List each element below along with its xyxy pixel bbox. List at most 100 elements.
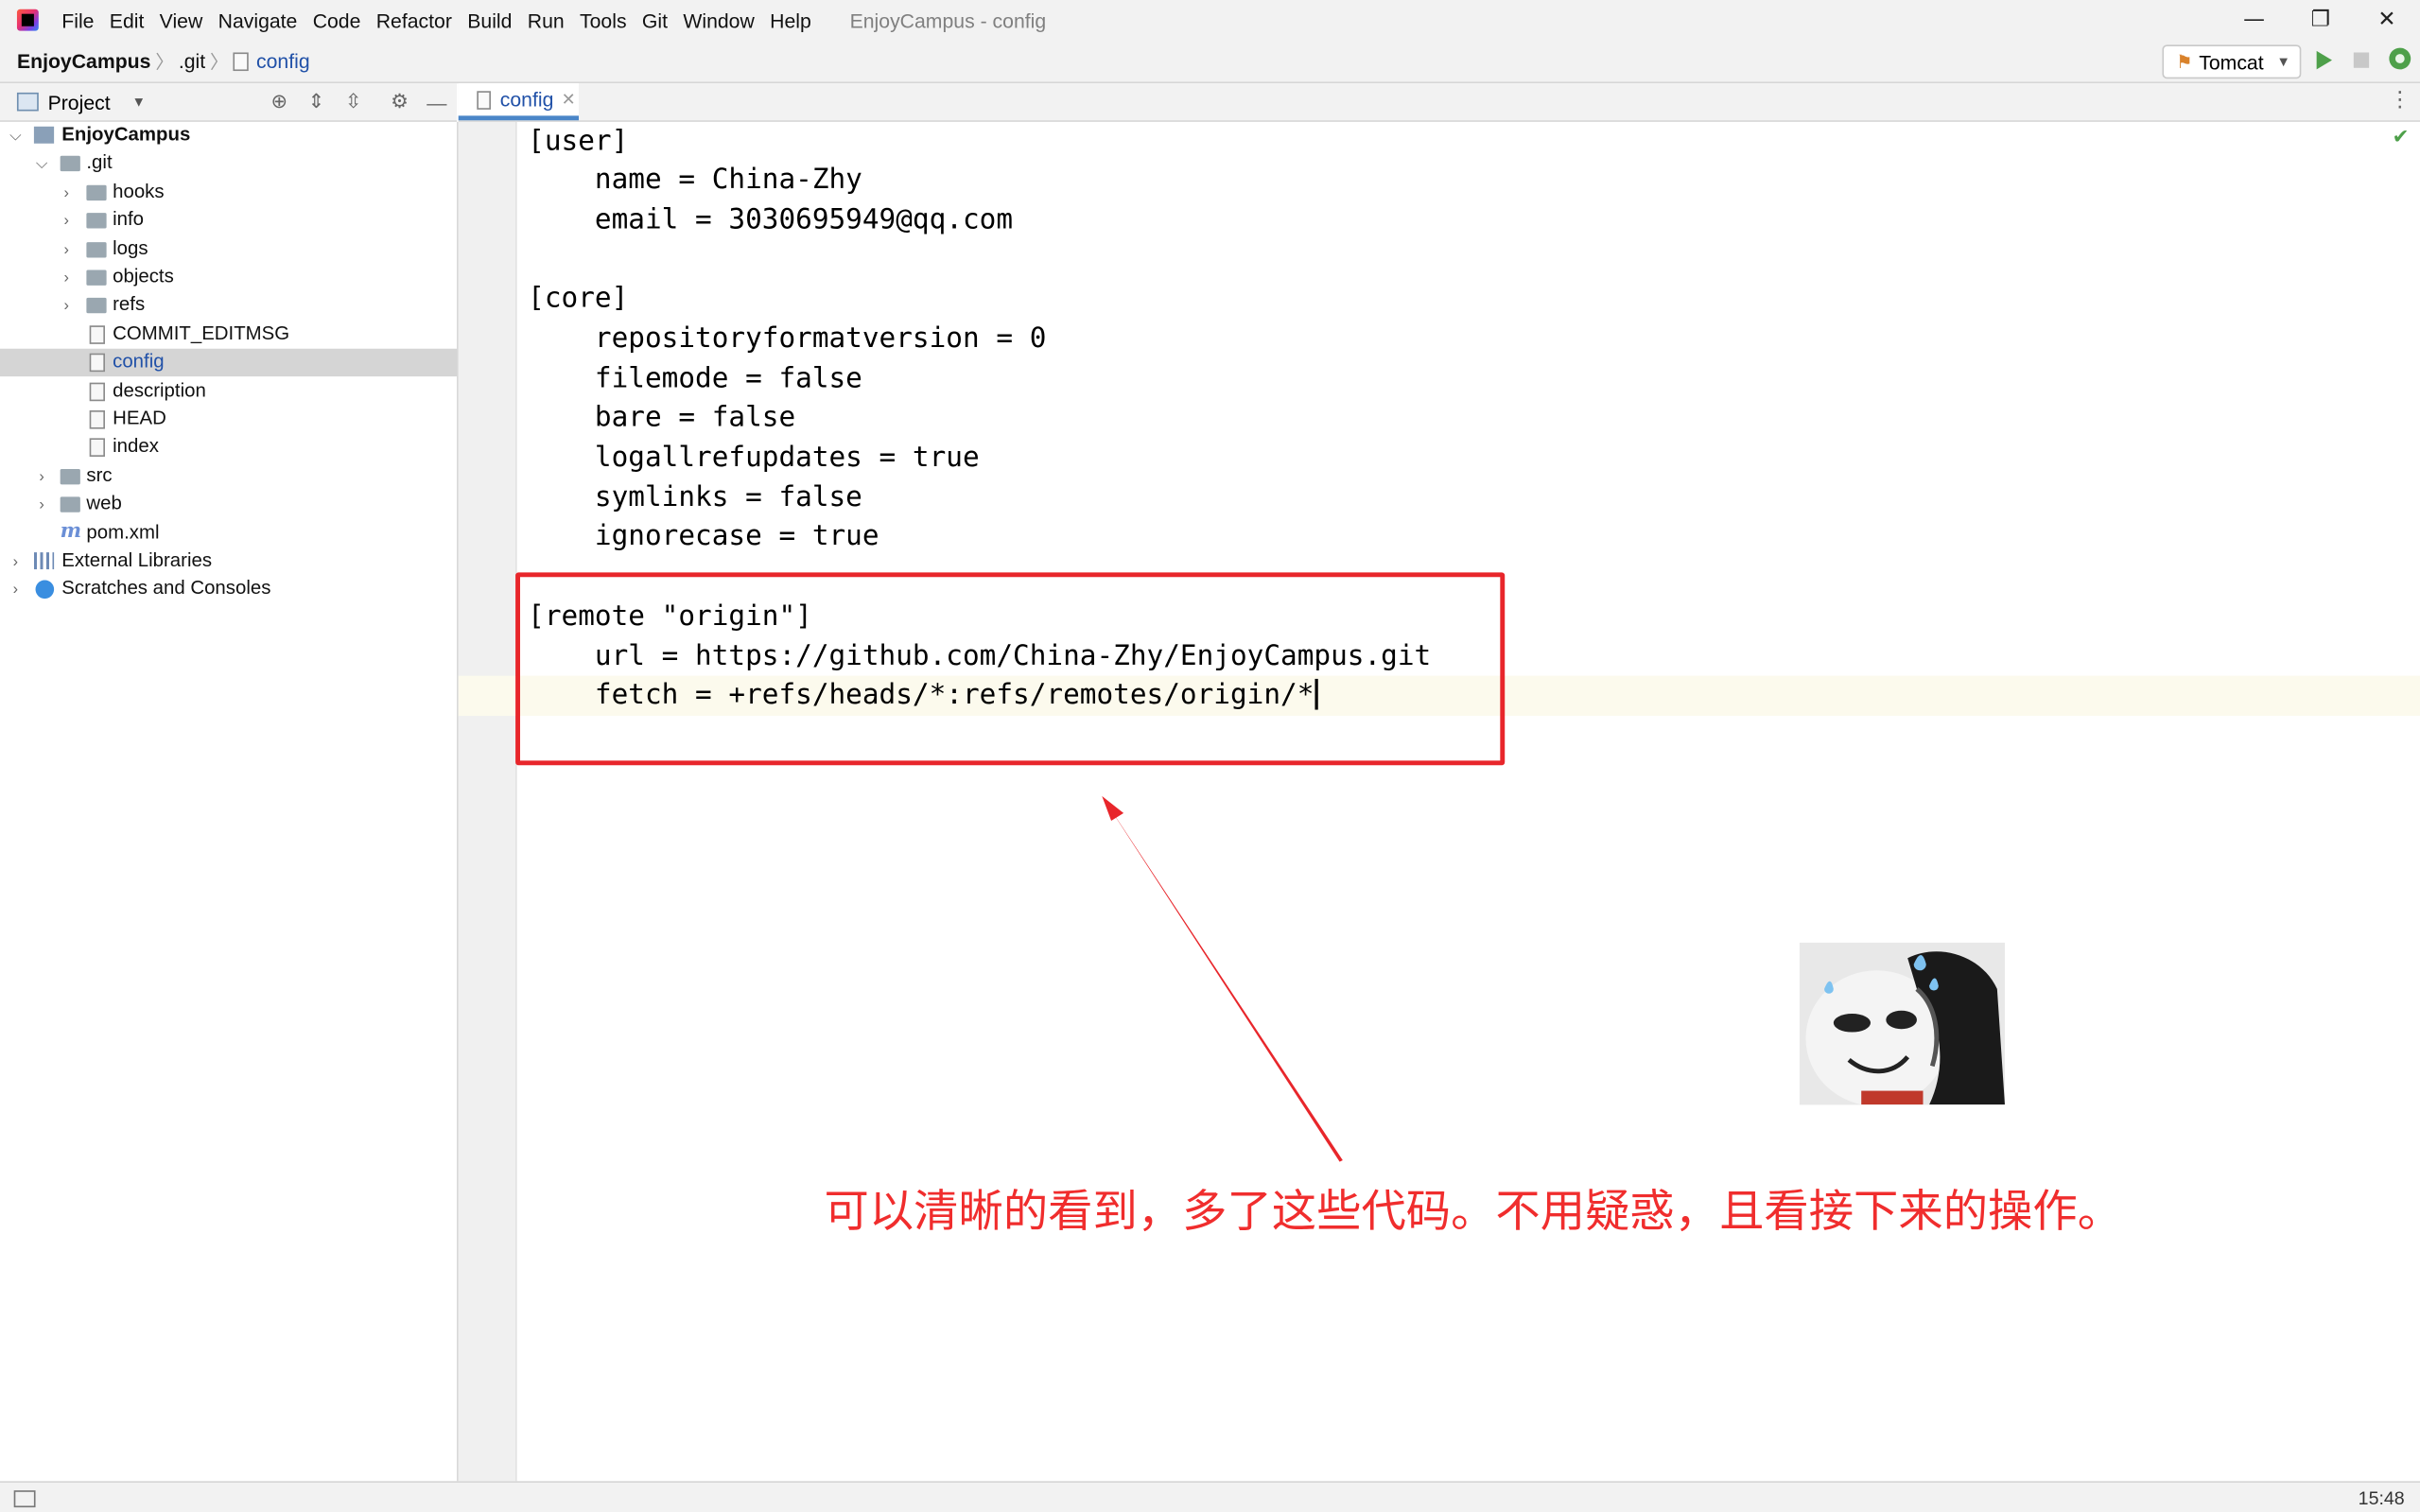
tree-item-logs[interactable]: › logs [0,236,457,264]
chevron-right-icon[interactable]: › [34,496,49,513]
arrow-shaft [1102,795,1343,1162]
tree-item-label: pom.xml [86,521,160,544]
close-tab-icon[interactable]: ✕ [562,90,576,110]
file-icon [233,51,249,71]
chevron-right-icon[interactable]: › [8,553,23,570]
run-icon[interactable] [2316,50,2332,70]
inspection-ok-icon[interactable]: ✔ [2393,127,2410,149]
tree-item-web[interactable]: › web [0,491,457,518]
arrow-head [1102,795,1124,822]
tree-item-external-libraries[interactable]: › External Libraries [0,547,457,575]
breadcrumb-file[interactable]: config [256,49,310,72]
run-configuration-select[interactable]: ⚑ Tomcat ▼ [2162,44,2302,79]
menu-build[interactable]: Build [460,9,520,31]
menu-tools[interactable]: Tools [572,9,635,31]
project-panel-tools: ⊕ ⇕ ⇳ ⚙ — [266,83,461,120]
scratches-icon [35,580,55,600]
code-line[interactable]: filemode = false [528,359,862,399]
chevron-down-icon[interactable]: ⌵ [8,128,23,145]
code-line[interactable]: email = 3030695949@qq.com [528,200,1013,240]
menu-edit[interactable]: Edit [102,9,152,31]
code-line[interactable]: name = China-Zhy [528,161,862,200]
code-line[interactable]: repositoryformatversion = 0 [528,320,1047,359]
tree-item-git[interactable]: ⌵ .git [0,149,457,177]
tree-item-label: description [113,379,206,402]
tree-item-scratches[interactable]: › Scratches and Consoles [0,576,457,603]
chevron-right-icon[interactable]: › [8,581,23,598]
menu-code[interactable]: Code [305,9,369,31]
tree-item-enjoycampus[interactable]: ⌵ EnjoyCampus [0,122,457,149]
menu-view[interactable]: View [152,9,211,31]
tree-item-config[interactable]: config [0,348,458,377]
minimize-button[interactable]: — [2220,0,2287,40]
menu-refactor[interactable]: Refactor [369,9,461,31]
file-icon [89,382,105,402]
navigation-bar: EnjoyCampus 〉 .git 〉 config ⚑ Tomcat ▼ [0,40,2420,84]
stop-icon[interactable] [2353,52,2370,68]
menu-help[interactable]: Help [762,9,819,31]
tree-item-hooks[interactable]: › hooks [0,179,457,206]
tree-item-info[interactable]: › info [0,207,457,235]
gear-icon[interactable]: ⚙ [386,88,413,115]
chevron-right-icon[interactable]: › [59,297,74,314]
tree-item-pom-xml[interactable]: m pom.xml [0,520,457,547]
hide-panel-icon[interactable]: — [423,88,450,115]
editor-gutter [458,121,517,1482]
tree-item-label: config [113,350,165,373]
chevron-down-icon[interactable]: ⌵ [34,155,49,172]
toggle-tool-windows-icon[interactable] [13,1490,36,1508]
breadcrumb-separator: 〉 [155,50,174,73]
menu-file[interactable]: File [54,9,102,31]
tab-config[interactable]: config ✕ [458,83,580,121]
menu-navigate[interactable]: Navigate [210,9,305,31]
collapse-all-icon[interactable]: ⇳ [339,88,367,115]
menu-window[interactable]: Window [675,9,762,31]
tree-item-description[interactable]: description [0,378,457,406]
tab-label: config [499,88,554,112]
menu-git[interactable]: Git [635,9,675,31]
meme-picture [1799,942,2005,1105]
chevron-down-icon[interactable]: ▼ [131,95,146,110]
tree-item-src[interactable]: › src [0,462,457,490]
ide-window: File Edit View Navigate Code Refactor Bu… [0,0,2420,1512]
code-line[interactable]: [core] [528,279,628,319]
debug-icon[interactable] [2389,47,2411,70]
highlight-box [515,572,1506,766]
window-title: EnjoyCampus - config [849,8,1047,32]
chevron-right-icon[interactable]: › [34,468,49,485]
tree-item-label: objects [113,265,174,287]
project-panel-title[interactable]: Project [48,90,111,113]
tree-item-head[interactable]: HEAD [0,406,457,433]
more-options-icon[interactable]: ⋮ [2389,88,2411,113]
close-window-button[interactable]: ✕ [2354,0,2420,40]
code-line[interactable]: [user] [528,122,628,162]
code-line[interactable]: bare = false [528,398,795,438]
code-line[interactable]: logallrefupdates = true [528,438,980,478]
chevron-right-icon[interactable]: › [59,269,74,287]
editor-tabs: config ✕ ⋮ [458,83,2420,122]
chevron-right-icon[interactable]: › [59,184,74,201]
breadcrumb-project[interactable]: EnjoyCampus [17,49,150,72]
tree-item-commit-editmsg[interactable]: COMMIT_EDITMSG [0,321,457,348]
tree-item-refs[interactable]: › refs [0,291,457,319]
folder-icon [86,297,107,314]
tree-item-label: src [86,464,113,486]
locate-file-icon[interactable]: ⊕ [266,88,293,115]
web-folder-icon [60,496,80,513]
file-icon [89,325,105,344]
tree-item-label: web [86,492,122,514]
chevron-right-icon[interactable]: › [59,212,74,229]
restore-button[interactable]: ❐ [2288,0,2354,40]
file-icon [89,410,105,429]
breadcrumb-folder[interactable]: .git [179,49,205,72]
expand-all-icon[interactable]: ⇕ [303,88,330,115]
tree-item-objects[interactable]: › objects [0,264,457,291]
folder-icon [60,155,80,172]
menu-run[interactable]: Run [520,9,572,31]
code-line[interactable]: symlinks = false [528,478,862,518]
tree-item-index[interactable]: index [0,433,457,461]
code-line[interactable]: ignorecase = true [528,517,879,557]
chevron-right-icon[interactable]: › [59,241,74,258]
meme-image [1799,942,2005,1105]
run-configuration-label: Tomcat [2199,50,2264,74]
